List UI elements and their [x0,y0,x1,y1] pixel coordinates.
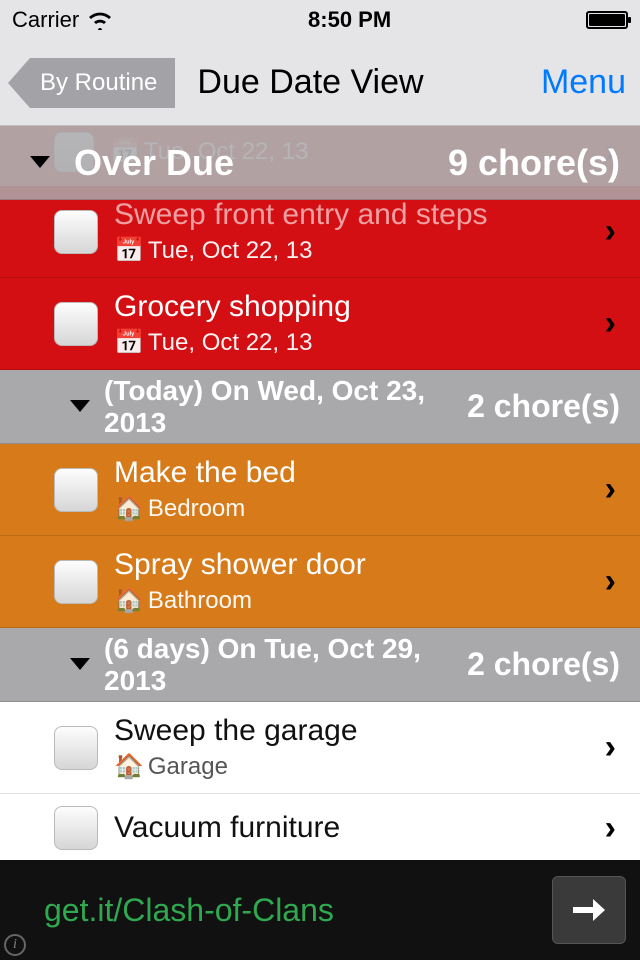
row-subtitle: Bathroom [148,587,252,615]
house-icon: 🏠 [114,752,144,781]
section-header-future[interactable]: (6 days) On Tue, Oct 29, 2013 2 chore(s) [0,628,640,702]
row-title: Sweep front entry and steps [114,198,599,232]
page-title: Due Date View [175,63,541,102]
wifi-icon [87,10,113,30]
row-subtitle: Garage [148,753,228,781]
chevron-right-icon: › [599,212,622,251]
chevron-down-icon [70,658,90,670]
section-header-overdue[interactable]: Over Due 9 chore(s) [0,126,640,200]
table-row[interactable]: Vacuum furniture › [0,794,640,862]
back-button[interactable]: By Routine [30,58,175,108]
clock-label: 8:50 PM [308,7,391,33]
section-count: 2 chore(s) [467,388,620,425]
table-row[interactable]: Grocery shopping 📅Tue, Oct 22, 13 › [0,278,640,370]
section-count: 2 chore(s) [467,646,620,683]
table-row[interactable]: Sweep the garage 🏠Garage › [0,702,640,794]
nav-bar: By Routine Due Date View Menu [0,40,640,126]
chevron-down-icon [70,400,90,412]
row-title: Vacuum furniture [114,811,599,845]
table-row[interactable]: Spray shower door 🏠Bathroom › [0,536,640,628]
checkbox[interactable] [54,468,98,512]
chevron-right-icon: › [599,470,622,509]
row-title: Sweep the garage [114,714,599,748]
section-count: 9 chore(s) [448,142,620,184]
row-title: Spray shower door [114,548,599,582]
battery-icon [586,11,628,29]
section-label: Over Due [74,142,448,184]
info-icon[interactable]: i [4,934,26,956]
checkbox[interactable] [54,560,98,604]
row-subtitle: Tue, Oct 22, 13 [148,237,313,265]
ad-go-button[interactable] [552,876,626,944]
row-subtitle: Tue, Oct 22, 13 [148,329,313,357]
checkbox[interactable] [54,726,98,770]
row-title: Grocery shopping [114,290,599,324]
back-label: By Routine [40,69,157,97]
table-row[interactable]: Make the bed 🏠Bedroom › [0,444,640,536]
status-bar: Carrier 8:50 PM [0,0,640,40]
checkbox[interactable] [54,302,98,346]
section-label: (6 days) On Tue, Oct 29, 2013 [104,633,467,697]
house-icon: 🏠 [114,494,144,523]
house-icon: 🏠 [114,586,144,615]
ad-banner[interactable]: i get.it/Clash-of-Clans [0,860,640,960]
section-label: (Today) On Wed, Oct 23, 2013 [104,375,467,439]
row-title: Make the bed [114,456,599,490]
chore-list: 📅Tue, Oct 22, 13 › Over Due 9 chore(s) S… [0,126,640,960]
chevron-right-icon: › [599,304,622,343]
chevron-down-icon [30,156,50,168]
checkbox[interactable] [54,806,98,850]
arrow-right-icon [569,895,609,925]
row-subtitle: Bedroom [148,495,245,523]
menu-button[interactable]: Menu [541,63,626,102]
ad-text: get.it/Clash-of-Clans [14,892,552,929]
chevron-right-icon: › [599,809,622,848]
calendar-icon: 📅 [114,236,144,265]
section-header-today[interactable]: (Today) On Wed, Oct 23, 2013 2 chore(s) [0,370,640,444]
checkbox[interactable] [54,210,98,254]
carrier-label: Carrier [12,7,79,33]
chevron-right-icon: › [599,728,622,767]
chevron-right-icon: › [599,562,622,601]
calendar-icon: 📅 [114,328,144,357]
